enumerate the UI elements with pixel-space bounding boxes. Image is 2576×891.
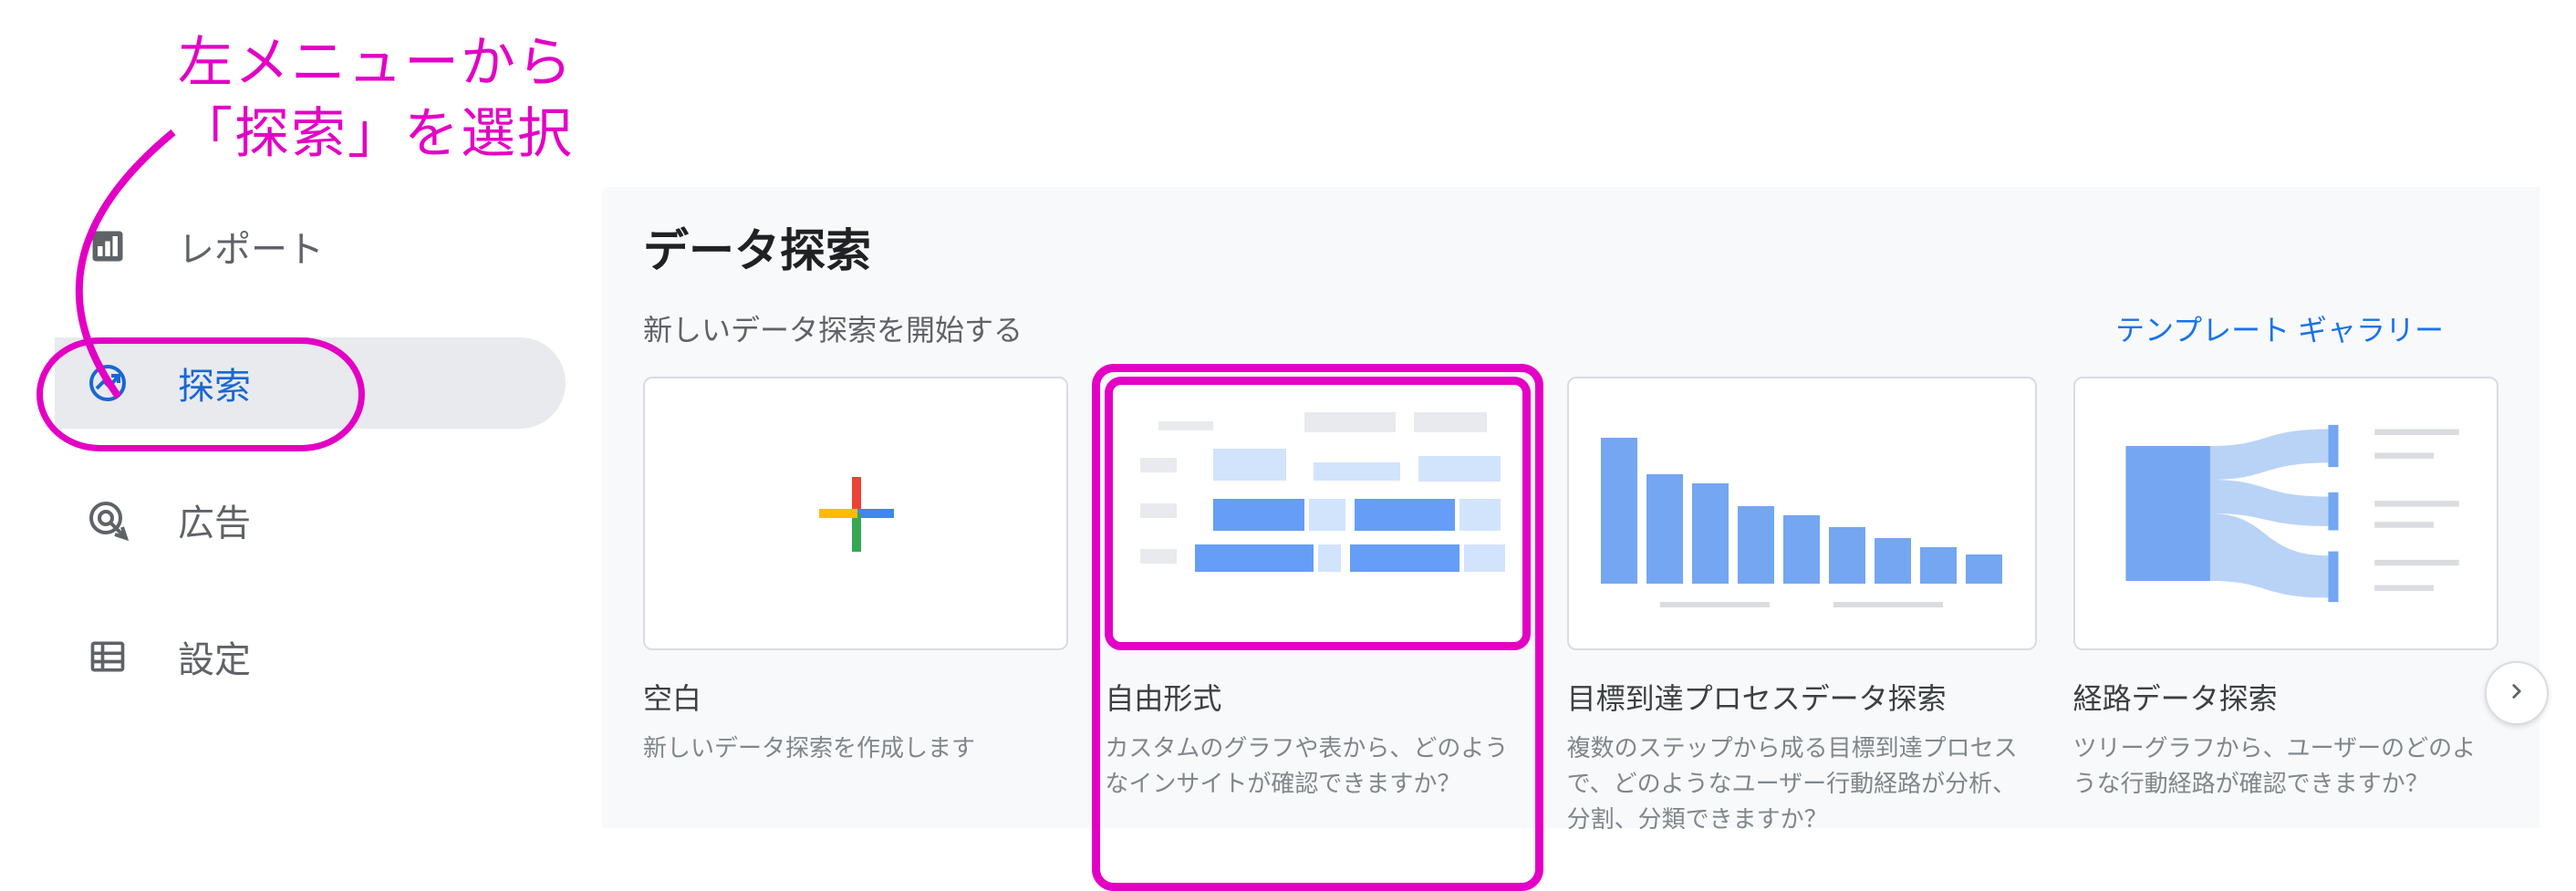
sidebar-item-label: レポート	[178, 220, 324, 273]
path-graph-icon	[2075, 378, 2497, 648]
cards-row: 空白 新しいデータ探索を作成します	[643, 377, 2498, 837]
card-free-form[interactable]: 「自由形式」 自由形式 カスタムのグラフや表から、どのようなインサイトが確認でき…	[1105, 377, 1530, 837]
list-icon	[82, 632, 132, 682]
card-title: 自由形式	[1105, 676, 1530, 718]
card-desc: カスタムのグラフや表から、どのようなインサイトが確認できますか？	[1105, 730, 1530, 802]
card-blank-thumb	[643, 377, 1068, 650]
plus-icon	[819, 477, 892, 550]
page-title: データ探索	[643, 214, 2498, 280]
target-icon	[82, 495, 132, 545]
sidebar-item-label: 探索	[178, 357, 251, 409]
sidebar-item-ads[interactable]: 広告	[55, 474, 566, 565]
bar-chart-icon	[82, 222, 132, 272]
card-blank[interactable]: 空白 新しいデータ探索を作成します	[643, 377, 1068, 837]
subtitle: 新しいデータ探索を開始する	[643, 307, 1023, 349]
card-path-thumb	[2073, 377, 2498, 650]
explore-icon	[82, 358, 132, 409]
next-button[interactable]	[2485, 661, 2549, 725]
sidebar-item-reports[interactable]: レポート	[55, 201, 566, 292]
card-funnel[interactable]: 目標到達プロセスデータ探索 複数のステップから成る目標到達プロセスで、どのような…	[1567, 377, 2037, 837]
card-title: 経路データ探索	[2073, 676, 2498, 718]
card-free-form-thumb: 「自由形式」	[1105, 377, 1530, 650]
sidebar: レポート 探索 広告 設定	[0, 201, 593, 748]
sidebar-item-label: 設定	[178, 630, 251, 683]
annotation-left-menu: 左メニューから 「探索」を選択	[178, 27, 574, 170]
sidebar-item-settings[interactable]: 設定	[55, 611, 566, 702]
sidebar-item-label: 広告	[178, 493, 251, 546]
card-desc: 新しいデータ探索を作成します	[643, 730, 1068, 766]
card-title: 目標到達プロセスデータ探索	[1567, 676, 2037, 718]
main-panel: データ探索 新しいデータ探索を開始する テンプレート ギャラリー 空白 新しいデ…	[602, 187, 2540, 828]
annotation-line1: 左メニューから	[178, 27, 574, 98]
subtitle-row: 新しいデータ探索を開始する テンプレート ギャラリー	[643, 307, 2498, 349]
card-path[interactable]: 経路データ探索 ツリーグラフから、ユーザーのどのような行動経路が確認できますか？	[2073, 377, 2498, 837]
card-funnel-thumb	[1567, 377, 2037, 650]
card-desc: ツリーグラフから、ユーザーのどのような行動経路が確認できますか？	[2073, 730, 2498, 802]
card-title: 空白	[643, 676, 1068, 718]
sidebar-item-explore[interactable]: 探索	[55, 337, 566, 429]
card-desc: 複数のステップから成る目標到達プロセスで、どのようなユーザー行動経路が分析、分割…	[1567, 730, 2037, 837]
annotation-line2: 「探索」を選択	[178, 98, 574, 170]
chevron-right-icon	[2505, 676, 2529, 711]
funnel-chart-icon	[1601, 420, 2002, 584]
template-gallery-link[interactable]: テンプレート ギャラリー	[2115, 307, 2444, 349]
